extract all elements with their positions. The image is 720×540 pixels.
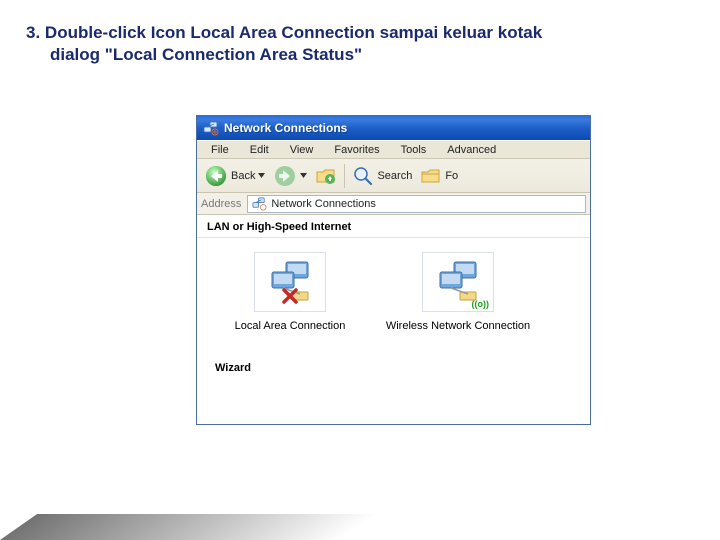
- dropdown-icon: [300, 172, 307, 179]
- up-button[interactable]: [312, 163, 340, 189]
- wireless-signal-icon: ((o)): [472, 299, 490, 309]
- menu-view[interactable]: View: [280, 143, 324, 157]
- folders-label: Fo: [445, 170, 458, 182]
- menu-file[interactable]: File: [201, 143, 239, 157]
- network-connections-icon: [203, 120, 219, 136]
- back-label: Back: [231, 170, 255, 182]
- toolbar: Back Search: [197, 159, 590, 193]
- address-label: Address: [201, 198, 241, 210]
- forward-icon: [273, 164, 297, 188]
- network-connections-icon: [252, 196, 267, 211]
- menu-favorites[interactable]: Favorites: [324, 143, 389, 157]
- network-connections-window: Network Connections File Edit View Favor…: [196, 115, 591, 425]
- search-icon: [352, 165, 374, 187]
- step-line2: dialog "Local Connection Area Status": [26, 44, 694, 66]
- address-value: Network Connections: [271, 198, 376, 210]
- lan-icon: [262, 258, 318, 306]
- address-field[interactable]: Network Connections: [247, 195, 586, 213]
- step-number: 3.: [26, 23, 40, 42]
- menu-edit[interactable]: Edit: [240, 143, 279, 157]
- forward-button[interactable]: [270, 162, 310, 190]
- step-line1: Double-click Icon Local Area Connection …: [45, 23, 542, 42]
- instruction-text: 3. Double-click Icon Local Area Connecti…: [0, 0, 720, 66]
- addressbar: Address Network Connections: [197, 193, 590, 215]
- wireless-iconbox: ((o)): [422, 252, 494, 312]
- folders-icon: [420, 165, 442, 187]
- menu-advanced[interactable]: Advanced: [437, 143, 506, 157]
- search-button[interactable]: Search: [349, 163, 415, 189]
- titlebar: Network Connections: [197, 116, 590, 140]
- local-area-connection[interactable]: Local Area Connection: [215, 252, 365, 332]
- decorative-wedge: [0, 514, 377, 540]
- folders-button[interactable]: Fo: [417, 163, 461, 189]
- back-icon: [204, 164, 228, 188]
- search-label: Search: [377, 170, 412, 182]
- wireless-network-connection[interactable]: ((o)) Wireless Network Connection: [383, 252, 533, 332]
- section-wizard-header: Wizard: [197, 340, 590, 380]
- window-title: Network Connections: [224, 121, 347, 135]
- dropdown-icon: [258, 172, 265, 179]
- menu-tools[interactable]: Tools: [391, 143, 437, 157]
- toolbar-separator: [344, 164, 345, 188]
- section-lan-header: LAN or High-Speed Internet: [197, 215, 590, 238]
- connections-area: Local Area Connection ((o)) Wireless Net…: [197, 238, 590, 340]
- menubar: File Edit View Favorites Tools Advanced: [197, 140, 590, 159]
- lan-iconbox: [254, 252, 326, 312]
- wireless-label: Wireless Network Connection: [383, 320, 533, 332]
- lan-label: Local Area Connection: [215, 320, 365, 332]
- back-button[interactable]: Back: [201, 162, 268, 190]
- folder-up-icon: [315, 165, 337, 187]
